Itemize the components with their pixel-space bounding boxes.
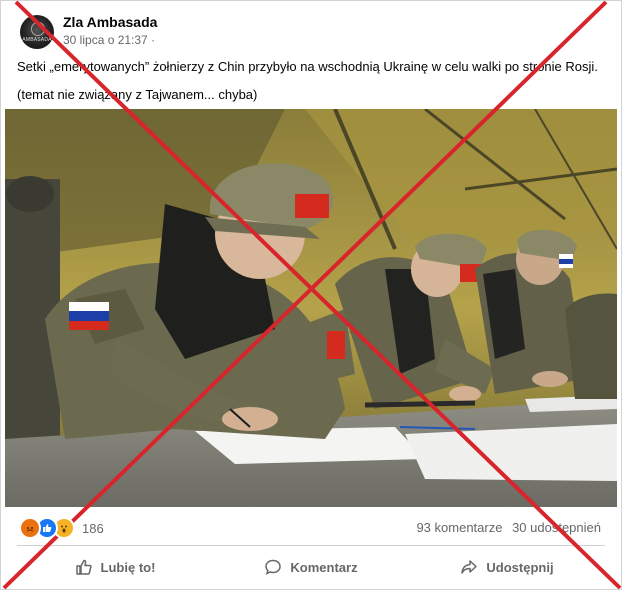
post-text-line: (temat nie związany z Tajwanem... chyba)	[17, 87, 258, 102]
reaction-count: 186	[82, 520, 104, 536]
thumbs-up-icon	[75, 559, 92, 575]
share-arrow-icon	[461, 560, 478, 574]
like-button-label: Lubię to!	[100, 559, 156, 575]
page-avatar[interactable]: AMBASADA	[20, 15, 54, 49]
post-text: Setki „emerytowanych” żołnierzy z Chin p…	[17, 58, 617, 114]
like-button[interactable]: Lubię to!	[17, 552, 213, 582]
post-timestamp[interactable]: 30 lipca o 21:37 ·	[63, 33, 155, 47]
shares-count-link[interactable]: 30 udostępnień	[512, 520, 601, 535]
post-text-line: Setki „emerytowanych” żołnierzy z Chin p…	[17, 59, 598, 74]
avatar-emblem-icon	[31, 22, 45, 36]
reaction-summary[interactable]: 186	[19, 517, 104, 539]
soldiers-photo-illustration	[5, 109, 617, 507]
post-photo[interactable]	[5, 109, 617, 507]
comment-button-label: Komentarz	[290, 559, 358, 575]
post-actions: Lubię to! Komentarz Udostępnij	[17, 552, 605, 582]
actions-divider	[17, 545, 605, 546]
angry-icon	[19, 517, 41, 539]
page-name-link[interactable]: Zla Ambasada	[63, 14, 157, 30]
comment-bubble-icon	[265, 559, 282, 575]
comment-button[interactable]: Komentarz	[213, 552, 409, 582]
facebook-post-card: AMBASADA Zla Ambasada 30 lipca o 21:37 ·…	[0, 0, 622, 590]
post-stats: 93 komentarze 30 udostępnień	[410, 520, 601, 535]
share-button[interactable]: Udostępnij	[409, 552, 605, 582]
share-button-label: Udostępnij	[486, 559, 554, 575]
comments-count-link[interactable]: 93 komentarze	[416, 520, 502, 535]
avatar-text: AMBASADA	[22, 37, 52, 43]
